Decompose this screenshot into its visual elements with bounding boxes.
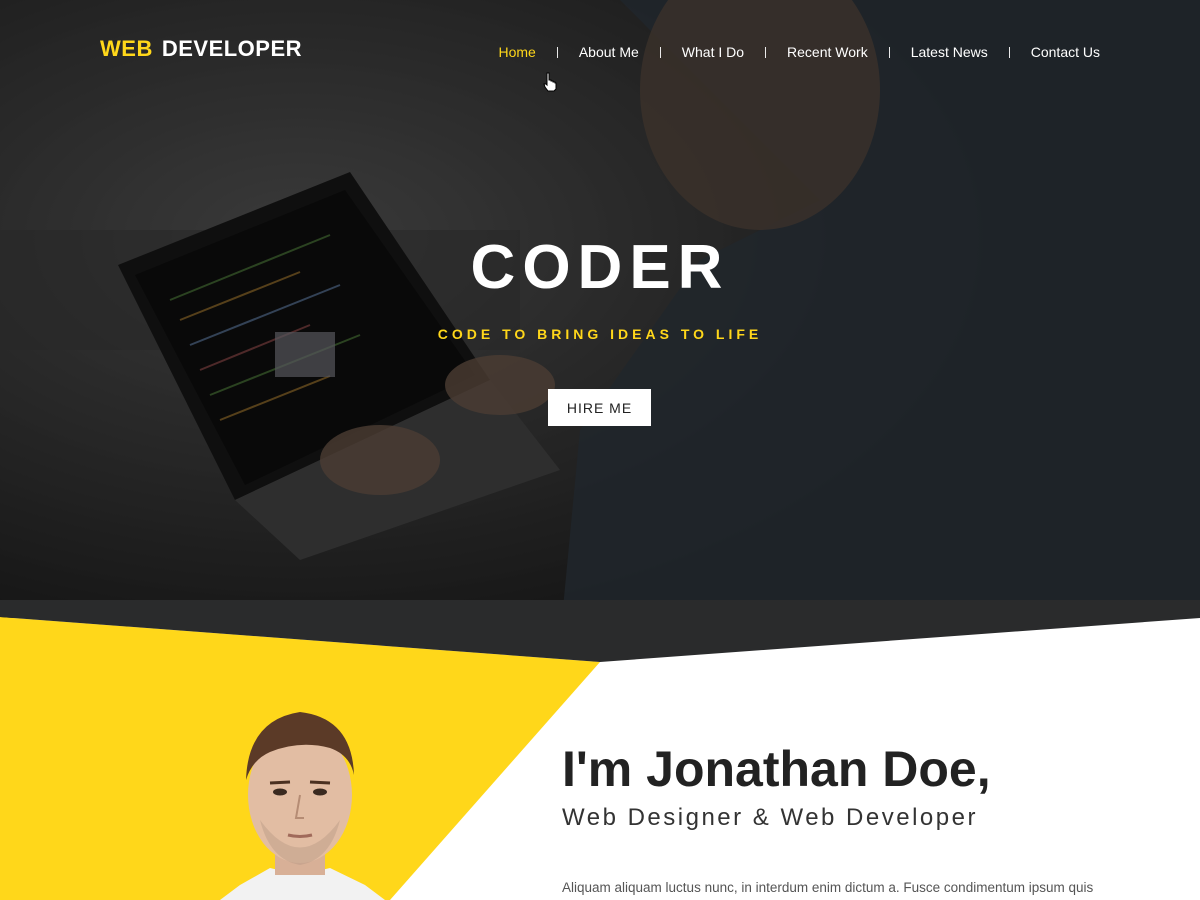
profile-portrait	[220, 712, 385, 900]
about-name-heading: I'm Jonathan Doe,	[562, 741, 991, 797]
about-role-subheading: Web Designer & Web Developer	[562, 804, 978, 831]
about-description: Aliquam aliquam luctus nunc, in interdum…	[562, 879, 1094, 895]
page: WEB DEVELOPER Home About Me What I Do Rec…	[0, 0, 1200, 900]
hero-slant-edge	[0, 600, 1200, 662]
